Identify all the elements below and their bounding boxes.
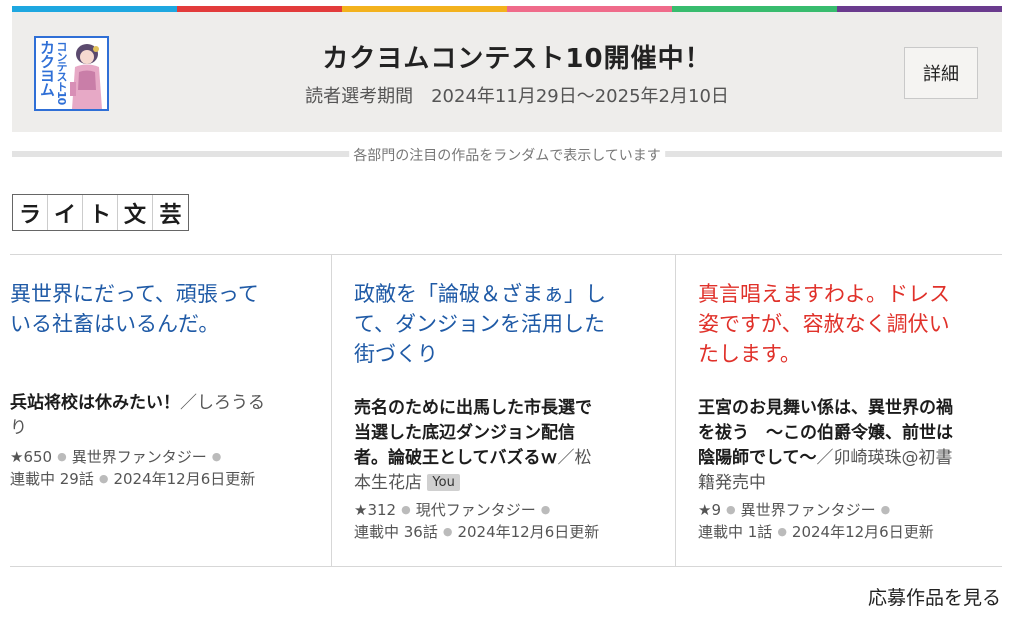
updated-date: 2024年12月6日更新 [457,523,600,541]
catchphrase-line: 異世界にだって、頑張って [10,282,259,306]
genre-char: ラ [13,195,48,230]
work-genre[interactable]: 異世界ファンタジー [741,501,876,519]
genre-heading-light-literature[interactable]: ラ イ ト 文 芸 [12,194,189,231]
work-title-block: 王宮のお見舞い係は、異世界の禍 を祓う ～この伯爵令嬢、前世は 陰陽師でして～／… [698,396,953,496]
star-count: ★312 [354,501,397,519]
separator-dot: ● [880,503,891,516]
contest-title: カクヨムコンテスト10開催中！ [322,44,712,74]
separator-dot: ● [540,503,551,516]
detail-button[interactable]: 詳細 [904,47,978,99]
star-count: ★9 [698,501,721,519]
work-genre[interactable]: 異世界ファンタジー [72,448,207,466]
catchphrase-line: て、ダンジョンを活用した [354,312,605,336]
catchphrase[interactable]: 異世界にだって、頑張って いる社畜はいるんだ。 [10,279,259,339]
work-author-continued[interactable]: 籍発売中 [698,473,766,493]
you-badge: You [427,474,460,491]
logo-text-main: カクヨム [38,40,56,96]
work-genre[interactable]: 現代ファンタジー [416,501,536,519]
genre-char: 文 [118,195,153,230]
separator-dot: ● [57,450,67,463]
random-note-text: 各部門の注目の作品をランダムで表示しています [349,145,665,165]
separator-dot: ● [98,472,109,485]
separator-dot: ● [777,525,787,538]
catchphrase[interactable]: 政敵を「論破＆ざまぁ」し て、ダンジョンを活用した 街づくり [354,279,606,369]
work-title-block: 売名のために出馬した市長選で 当選した底辺ダンジョン配信 者。論破王としてバズる… [354,396,592,496]
catchphrase-line: たします。 [698,342,801,366]
reader-selection-period: 読者選考期間 2024年11月29日〜2025年2月10日 [305,86,729,107]
work-meta: ★650 ● 異世界ファンタジー ● 連載中 29話 ● 2024年12月6日更新 [10,446,255,490]
separator-dot: ● [211,450,222,463]
work-meta: ★9 ● 異世界ファンタジー ● 連載中 1話 ● 2024年12月6日更新 [698,499,934,543]
work-author-continued[interactable]: 本生花店 [354,473,422,493]
work-meta: ★312 ● 現代ファンタジー ● 連載中 36話 ● 2024年12月6日更新 [354,499,599,543]
work-title[interactable]: 陰陽師でして～ [698,448,817,468]
work-title[interactable]: を祓う ～この伯爵令嬢、前世は [698,423,953,443]
work-title-block: 兵站将校は休みたい！／しろうる り [10,391,265,441]
serial-status: 連載中 36話 [354,523,438,541]
separator-dot: ● [726,503,736,516]
catchphrase-line: いる社畜はいるんだ。 [10,312,220,336]
serial-status: 連載中 29話 [10,470,94,488]
catchphrase[interactable]: 真言唱えますわよ。ドレス 姿ですが、容赦なく調伏い たします。 [698,279,950,369]
catchphrase-line: 街づくり [354,342,438,366]
logo-character-illustration [70,44,102,109]
contest-banner[interactable]: カクヨム コンテスト10 カクヨムコンテスト10開催中！ 読者選考期間 2024… [12,12,1002,132]
serial-status: 連載中 1話 [698,523,773,541]
work-title[interactable]: 兵站将校は休みたい！ [10,393,180,413]
work-card[interactable]: 政敵を「論破＆ざまぁ」し て、ダンジョンを活用した 街づくり 売名のために出馬し… [332,255,676,566]
catchphrase-line: 政敵を「論破＆ざまぁ」し [354,282,606,306]
work-title[interactable]: 王宮のお見舞い係は、異世界の禍 [698,398,953,418]
genre-char: 芸 [159,202,182,228]
work-cards: 異世界にだって、頑張って いる社畜はいるんだ。 兵站将校は休みたい！／しろうる … [10,254,1002,567]
catchphrase-line: 姿ですが、容赦なく調伏い [698,312,950,336]
work-author[interactable]: ／卯崎瑛珠@初書 [817,448,953,468]
contest-logo: カクヨム コンテスト10 [34,36,109,111]
star-count: ★650 [10,448,53,466]
updated-date: 2024年12月6日更新 [113,470,256,488]
genre-char: イ [48,195,83,230]
random-display-note: 各部門の注目の作品をランダムで表示しています [12,145,1002,165]
work-title[interactable]: 者。論破王としてバズるｗ [354,448,558,468]
catchphrase-line: 真言唱えますわよ。ドレス [698,282,950,306]
separator-dot: ● [442,525,453,538]
genre-char: ト [83,195,118,230]
see-entries-link[interactable]: 応募作品を見る [868,583,1001,610]
work-title[interactable]: 売名のために出馬した市長選で [354,398,592,418]
work-author[interactable]: ／しろうる [180,393,265,413]
updated-date: 2024年12月6日更新 [791,523,934,541]
work-card[interactable]: 真言唱えますわよ。ドレス 姿ですが、容赦なく調伏い たします。 王宮のお見舞い係… [676,255,1002,566]
work-author-continued[interactable]: り [10,418,27,438]
work-title[interactable]: 当選した底辺ダンジョン配信 [354,423,575,443]
work-author[interactable]: ／松 [558,448,592,468]
work-card[interactable]: 異世界にだって、頑張って いる社畜はいるんだ。 兵站将校は休みたい！／しろうる … [10,255,332,566]
separator-dot: ● [401,503,411,516]
